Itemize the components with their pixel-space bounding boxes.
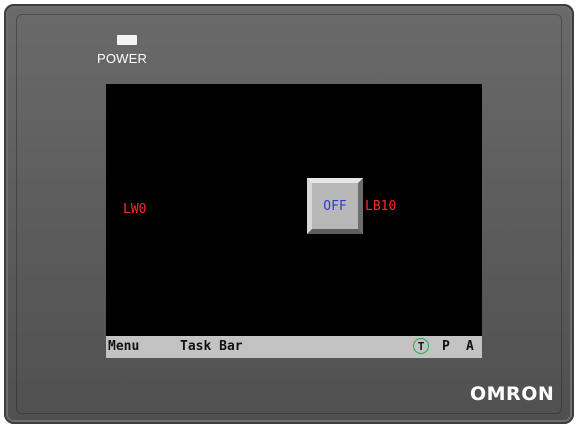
t-indicator-button[interactable]: T	[413, 338, 429, 354]
off-toggle-button[interactable]: OFF	[307, 178, 363, 234]
lamp-word-label: LW0	[123, 202, 147, 217]
menu-button[interactable]: Menu	[108, 339, 139, 354]
touch-screen: LW0 OFF LB10 Menu Task Bar T P A	[106, 84, 482, 358]
task-bar-title: Task Bar	[180, 339, 243, 354]
omron-logo: OMRON	[470, 383, 555, 405]
switch-bit-label: LB10	[365, 199, 397, 214]
p-indicator-button[interactable]: P	[442, 339, 450, 354]
t-indicator-label: T	[417, 339, 425, 353]
toggle-button-label: OFF	[323, 198, 347, 214]
power-label: POWER	[97, 51, 148, 66]
power-led-icon	[117, 35, 137, 45]
a-indicator-button[interactable]: A	[466, 339, 474, 354]
task-bar: Menu Task Bar T P A	[106, 336, 482, 358]
